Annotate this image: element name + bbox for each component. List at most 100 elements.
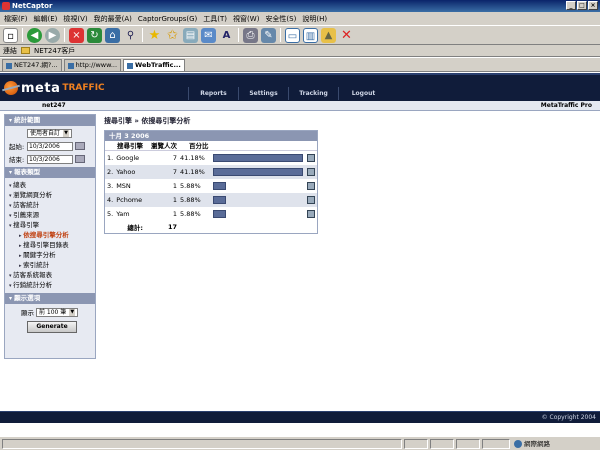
lock-icon[interactable]: ▲: [321, 27, 336, 43]
detail-icon[interactable]: [307, 210, 315, 218]
engine-name[interactable]: 3. MSN: [105, 182, 147, 190]
back-icon[interactable]: ◀: [27, 27, 42, 43]
maximize-button[interactable]: □: [577, 1, 587, 10]
menu-section-item[interactable]: 瀏覽網頁分析: [5, 191, 95, 201]
engine-name[interactable]: 1. Google: [105, 154, 147, 162]
browser-tab-active[interactable]: WebTraffic...: [123, 59, 185, 71]
menu-item[interactable]: 安全性(S): [265, 14, 296, 24]
menu-section-item[interactable]: 行銷統計分析: [5, 281, 95, 291]
rank: 1.: [107, 154, 114, 162]
engine-name[interactable]: 2. Yahoo: [105, 168, 147, 176]
print-icon[interactable]: ⎙: [243, 27, 258, 43]
rank: 4.: [107, 196, 114, 204]
calendar-icon[interactable]: [75, 142, 85, 150]
report-rows: 1. Google 7 41.18% 2. Yahoo 7 41.18% 3. MSN 1 5.88%…: [105, 151, 317, 221]
detail-icon[interactable]: [307, 168, 315, 176]
links-label: 連結: [3, 46, 17, 55]
engine-name[interactable]: 4. Pchome: [105, 196, 147, 204]
menu-item[interactable]: 編輯(E): [34, 14, 58, 24]
history-icon[interactable]: ▤: [183, 27, 198, 43]
nav-logout[interactable]: Logout: [338, 87, 388, 100]
nav-tracking[interactable]: Tracking: [288, 87, 338, 100]
share-bar: [213, 196, 226, 204]
status-seg: [482, 439, 510, 449]
nav-reports[interactable]: Reports: [188, 87, 238, 100]
percent-value: 41.18%: [180, 154, 205, 162]
favorites-icon[interactable]: ★: [147, 27, 162, 43]
menu-bar: 檔案(F) 編輯(E) 檢視(V) 我的最愛(A) CaptorGroups(G) 工具(…: [0, 12, 600, 25]
status-seg: [456, 439, 480, 449]
browser-tab[interactable]: http://www...: [63, 59, 122, 71]
menu-item[interactable]: 工具(T): [203, 14, 227, 24]
menu-item[interactable]: 說明(H): [302, 14, 327, 24]
table-row: 2. Yahoo 7 41.18%: [105, 165, 317, 179]
engine-name[interactable]: 5. Yam: [105, 210, 147, 218]
security-zone: 網際網路: [514, 438, 550, 450]
submenu-item[interactable]: 關鍵字分析: [5, 251, 95, 261]
toolbar-separator: [142, 28, 143, 42]
sidebar: 統計範圍 使用者自訂▼ 起始: 10/3/2006 結束: 10/3/2006 …: [4, 114, 96, 359]
close-all-icon[interactable]: ✕: [339, 27, 354, 43]
start-date-input[interactable]: 10/3/2006: [27, 141, 73, 151]
menu-section-item[interactable]: 訪客系統報表: [5, 271, 95, 281]
table-row: 5. Yam 1 5.88%: [105, 207, 317, 221]
percent-value: 5.88%: [180, 182, 201, 190]
share-bar: [213, 154, 303, 162]
edit-icon[interactable]: ✎: [261, 27, 276, 43]
mail-icon[interactable]: ✉: [201, 27, 216, 43]
menu-section-item[interactable]: 訪客統計: [5, 201, 95, 211]
share-bar-track: [213, 210, 303, 218]
submenu-item[interactable]: 索引統計: [5, 261, 95, 271]
menu-item[interactable]: 檢視(V): [63, 14, 87, 24]
end-date-input[interactable]: 10/3/2006: [27, 154, 73, 164]
total-row: 總計: 17: [105, 221, 317, 233]
col-visits: 瀏覽人次: [151, 142, 177, 150]
start-label: 起始:: [9, 143, 25, 151]
menu-section-item[interactable]: 搜尋引擎: [5, 221, 95, 231]
menu-section-item[interactable]: 引薦來源: [5, 211, 95, 221]
chevron-down-icon: ▼: [69, 308, 76, 316]
toolbar-separator: [64, 28, 65, 42]
submenu-item[interactable]: 依搜尋引擎分析: [5, 231, 95, 241]
minimize-button[interactable]: _: [566, 1, 576, 10]
rank: 5.: [107, 210, 114, 218]
report-types-heading: 報表類型: [5, 167, 95, 178]
detail-icon[interactable]: [307, 196, 315, 204]
tile-icon[interactable]: ▥: [303, 27, 318, 43]
menu-item[interactable]: CaptorGroups(G): [138, 15, 197, 23]
refresh-icon[interactable]: ↻: [87, 27, 102, 43]
show-count-select[interactable]: 前 100 筆 ▼: [36, 307, 79, 317]
menu-item[interactable]: 我的最愛(A): [94, 14, 132, 24]
range-select[interactable]: 使用者自訂 ▼: [27, 129, 73, 138]
new-doc-icon[interactable]: ▫: [3, 27, 18, 43]
font-icon[interactable]: A: [219, 27, 234, 43]
browser-toolbar: ▫ ◀ ▶ × ↻ ⌂ ⚲ ★ ✩ ▤ ✉ A ⎙ ✎ ▭ ▥ ▲ ✕: [0, 25, 600, 45]
add-favorite-icon[interactable]: ✩: [165, 27, 180, 43]
generate-button[interactable]: Generate: [27, 321, 77, 333]
col-engine: 搜尋引擎: [117, 142, 143, 150]
menu-section-item[interactable]: 總表: [5, 181, 95, 191]
breadcrumb: 搜尋引擎 » 依搜尋引擎分析: [104, 117, 191, 125]
visits-value: 1: [172, 182, 177, 190]
window-titlebar: NetCaptor _ □ ×: [0, 0, 600, 12]
app-icon: [2, 2, 10, 10]
toolbar-separator: [22, 28, 23, 42]
detail-icon[interactable]: [307, 182, 315, 190]
nav-settings[interactable]: Settings: [238, 87, 288, 100]
menu-item[interactable]: 視窗(W): [233, 14, 259, 24]
search-icon[interactable]: ⚲: [123, 27, 138, 43]
home-icon[interactable]: ⌂: [105, 27, 120, 43]
table-row: 4. Pchome 1 5.88%: [105, 193, 317, 207]
forward-icon[interactable]: ▶: [45, 27, 60, 43]
engine-label: MSN: [116, 182, 131, 190]
close-window-button[interactable]: ×: [588, 1, 598, 10]
menu-item[interactable]: 檔案(F): [4, 14, 28, 24]
detail-icon[interactable]: [307, 154, 315, 162]
browser-tab[interactable]: NET247.網?...: [2, 59, 62, 71]
page-icon: [67, 62, 74, 69]
links-item[interactable]: NET247客戶: [34, 46, 75, 56]
cascade-icon[interactable]: ▭: [285, 27, 300, 43]
stop-icon[interactable]: ×: [69, 27, 84, 43]
submenu-item[interactable]: 搜尋引擎目錄表: [5, 241, 95, 251]
calendar-icon[interactable]: [75, 155, 85, 163]
